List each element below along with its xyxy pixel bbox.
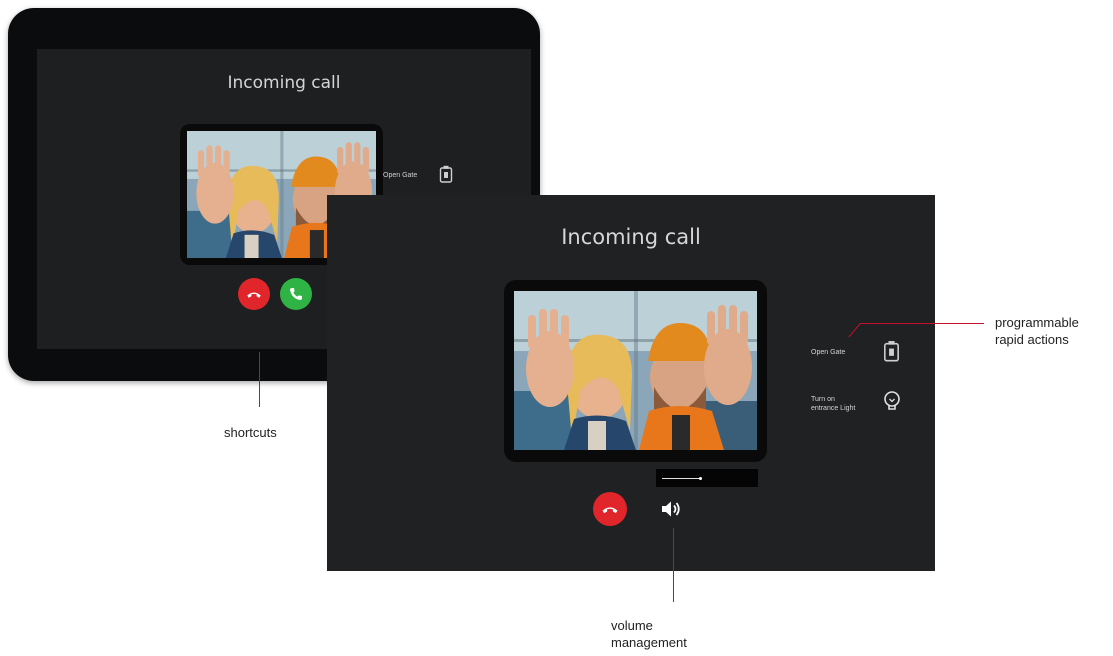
back-rapid-action-label: Open Gate [383, 171, 418, 179]
speaker-icon [662, 501, 680, 517]
phone-answer-icon [290, 288, 302, 300]
volume-slider[interactable] [656, 469, 758, 487]
gate-icon [883, 340, 900, 365]
rapid-actions-callout-label: programmable rapid actions [995, 315, 1079, 347]
rapid-action-entrance-light-label: Turn on entrance Light [811, 395, 856, 412]
rapid-action-open-gate[interactable]: Open Gate [811, 340, 900, 365]
volume-callout-line [673, 528, 674, 602]
front-incoming-call-title: Incoming call [561, 225, 701, 249]
rapid-actions-callout-line [860, 323, 984, 324]
volume-button[interactable] [654, 492, 688, 526]
volume-slider-track [662, 478, 700, 479]
front-video-feed [504, 280, 767, 462]
lightbulb-icon [883, 391, 901, 416]
phone-hangup-icon [602, 507, 618, 514]
front-screen: Incoming call Open Gate Turn on entrance… [327, 195, 935, 571]
front-hang-up-button[interactable] [593, 492, 627, 526]
phone-hangup-icon [247, 292, 261, 298]
rapid-action-entrance-light[interactable]: Turn on entrance Light [811, 391, 901, 416]
gate-icon [439, 165, 453, 185]
front-caller-video-image [514, 291, 757, 450]
shortcuts-callout-label: shortcuts [224, 425, 277, 440]
volume-slider-knob[interactable] [699, 477, 702, 480]
shortcuts-callout-line [259, 352, 260, 407]
volume-callout-label: volume management [611, 618, 687, 650]
back-hang-up-button[interactable] [238, 278, 270, 310]
rapid-action-open-gate-label: Open Gate [811, 349, 846, 356]
back-rapid-action-open-gate[interactable]: Open Gate [383, 165, 453, 185]
back-answer-button[interactable] [280, 278, 312, 310]
back-incoming-call-title: Incoming call [227, 73, 341, 93]
